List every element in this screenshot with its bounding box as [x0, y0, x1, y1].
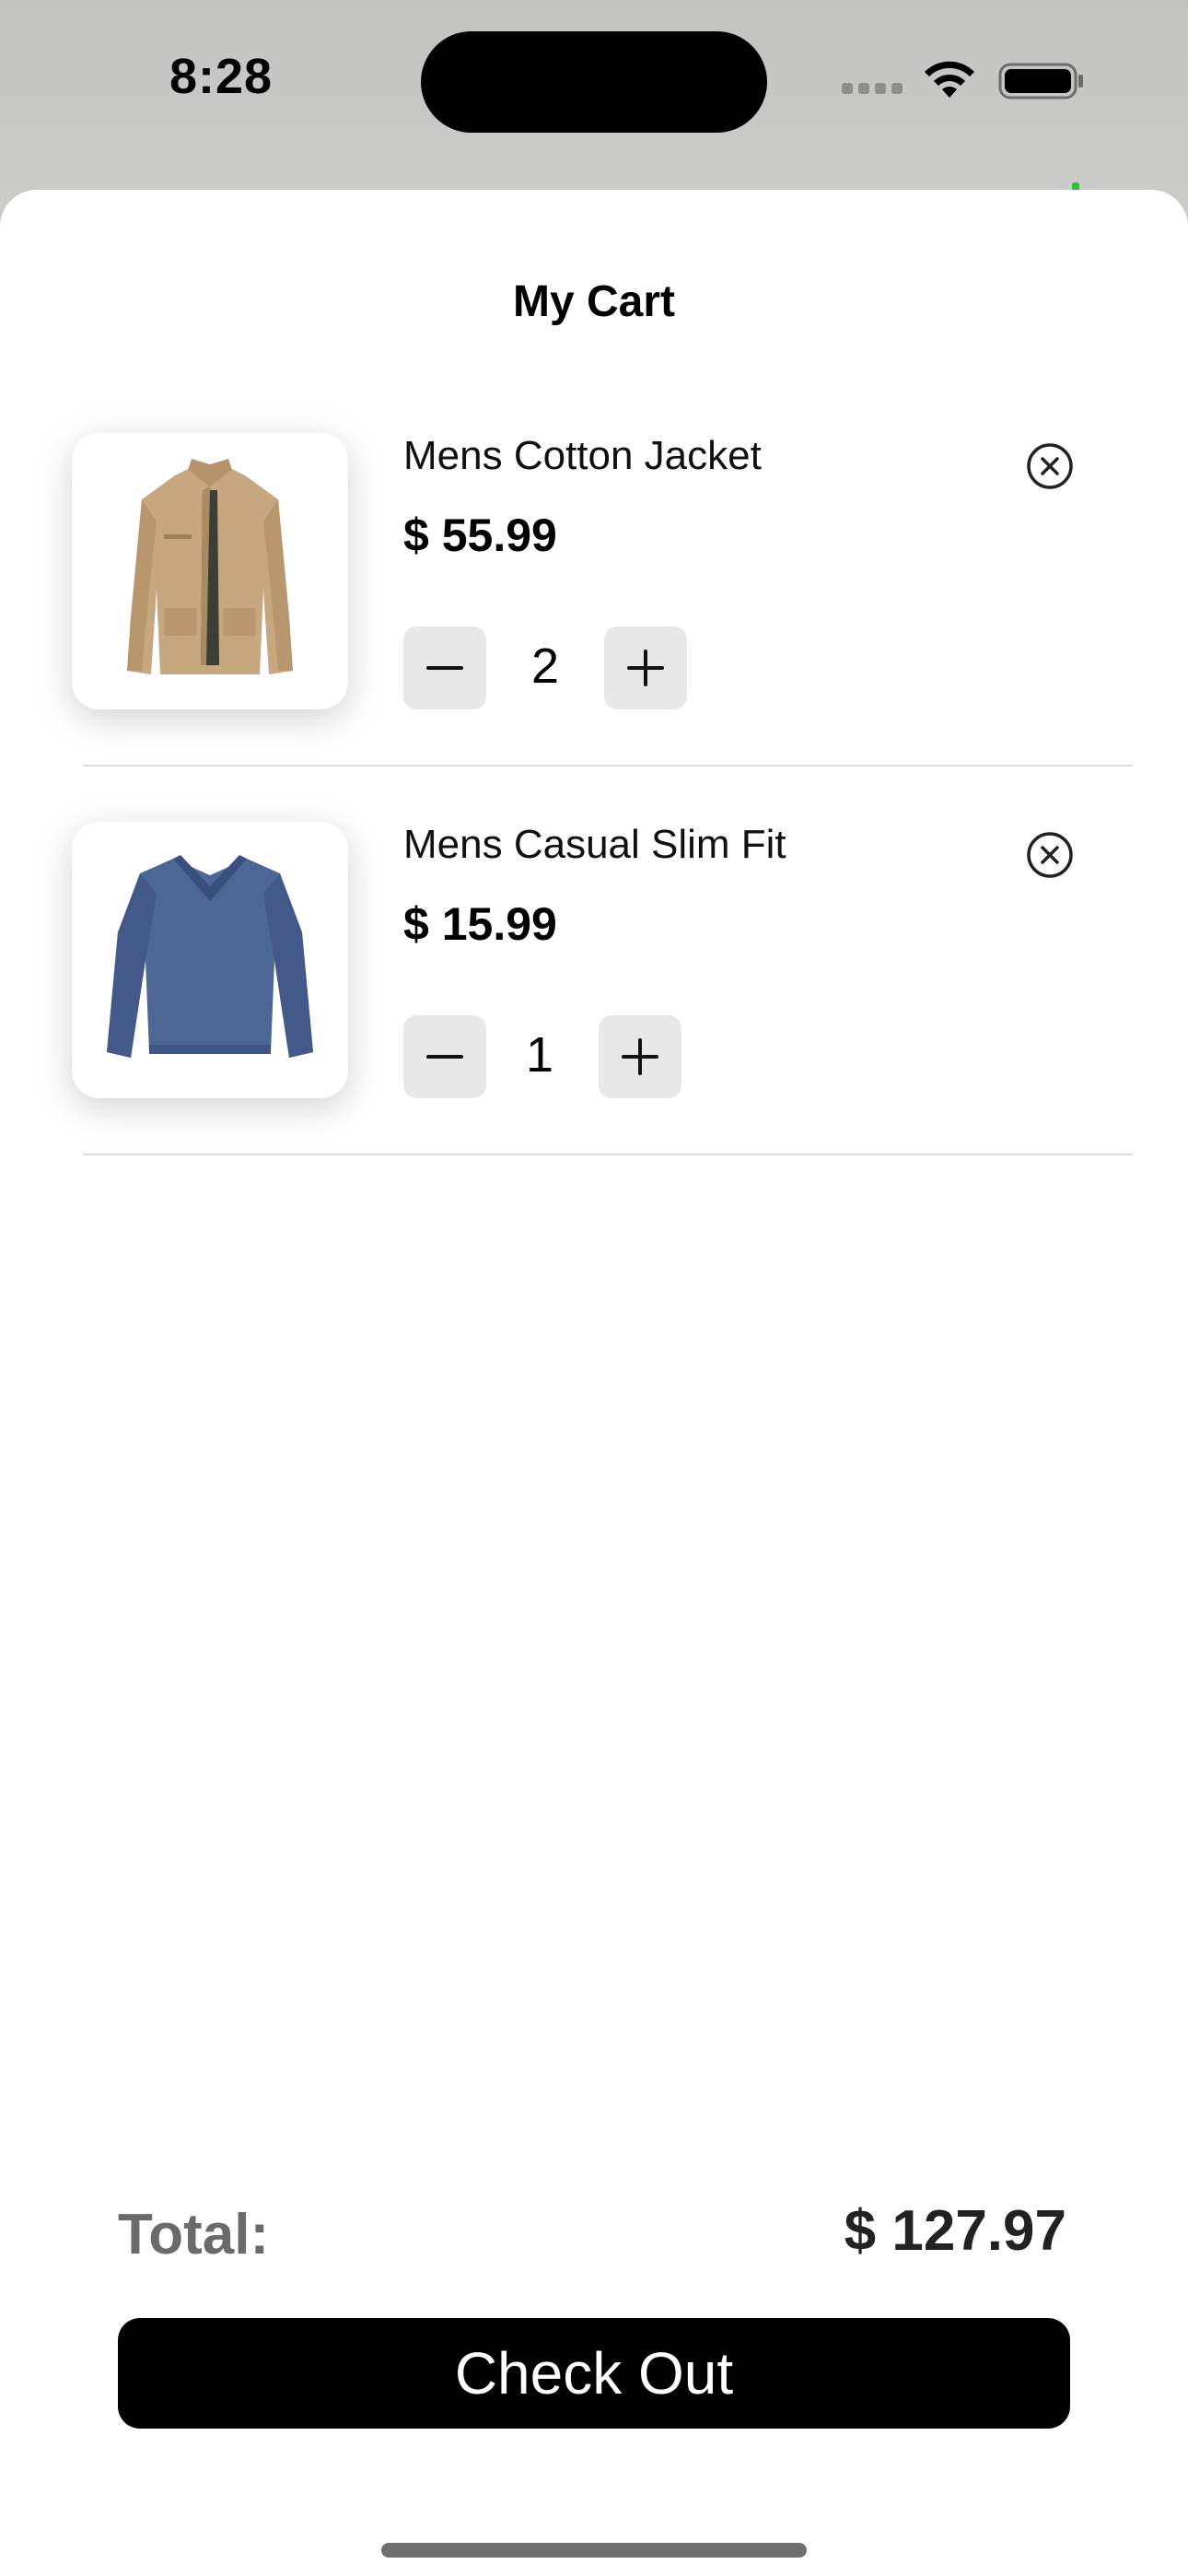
quantity-value: 1 — [525, 1027, 554, 1083]
increment-button[interactable] — [604, 626, 687, 709]
plus-icon — [622, 1038, 658, 1075]
total-value: $ 127.97 — [844, 2199, 1066, 2263]
item-price: $ 55.99 — [403, 509, 557, 561]
checkout-button[interactable]: Check Out — [118, 2318, 1070, 2429]
status-time: 8:28 — [169, 49, 274, 104]
divider — [83, 1153, 1133, 1155]
battery-icon — [998, 63, 1083, 100]
plus-icon — [627, 650, 664, 686]
decrement-button[interactable] — [403, 1015, 486, 1098]
cart-item: Mens Casual Slim Fit $ 15.99 1 — [0, 822, 1188, 1209]
item-name: Mens Cotton Jacket — [403, 433, 762, 478]
app-screen: 8:28 My Cart Mens Cotton Jacket $ 55.99 … — [0, 0, 1188, 2576]
close-circle-icon[interactable] — [1026, 442, 1074, 490]
minus-icon — [426, 666, 463, 670]
quantity-value: 2 — [530, 638, 560, 694]
shirt-image — [72, 822, 348, 1098]
item-name: Mens Casual Slim Fit — [403, 822, 786, 867]
total-label: Total: — [118, 2203, 270, 2266]
decrement-button[interactable] — [403, 626, 486, 709]
wifi-icon — [925, 61, 974, 98]
minus-icon — [426, 1055, 463, 1059]
jacket-image — [72, 433, 348, 709]
close-circle-icon[interactable] — [1026, 831, 1074, 879]
dynamic-island — [421, 31, 767, 133]
item-price: $ 15.99 — [403, 898, 557, 950]
home-indicator[interactable] — [381, 2543, 807, 2558]
signal-icon — [842, 83, 904, 96]
divider — [83, 765, 1133, 767]
increment-button[interactable] — [599, 1015, 681, 1098]
page-title: My Cart — [512, 277, 676, 326]
cart-item: Mens Cotton Jacket $ 55.99 2 — [0, 433, 1188, 820]
